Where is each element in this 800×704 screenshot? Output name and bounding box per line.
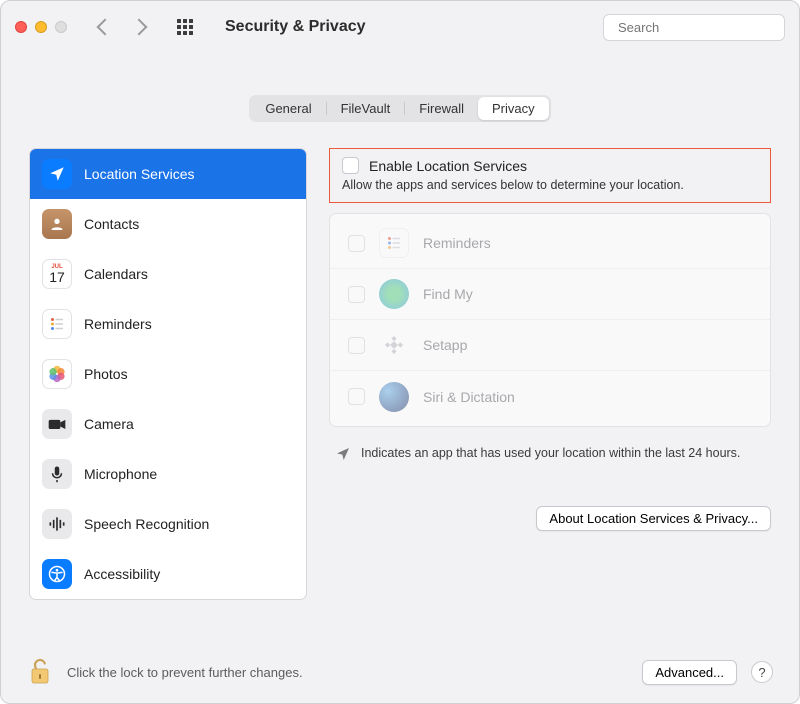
sidebar-item-camera[interactable]: Camera xyxy=(30,399,306,449)
app-row-reminders[interactable]: Reminders xyxy=(330,218,770,269)
back-button[interactable] xyxy=(97,19,114,36)
setapp-icon xyxy=(379,330,409,360)
sidebar-item-reminders[interactable]: Reminders xyxy=(30,299,306,349)
app-checkbox[interactable] xyxy=(348,388,365,405)
tabs: General FileVault Firewall Privacy xyxy=(1,95,799,122)
lock-icon[interactable] xyxy=(27,657,53,687)
sidebar-item-speech-recognition[interactable]: Speech Recognition xyxy=(30,499,306,549)
sidebar-item-label: Contacts xyxy=(84,216,139,232)
app-row-setapp[interactable]: Setapp xyxy=(330,320,770,371)
enable-location-row[interactable]: Enable Location Services xyxy=(342,157,758,174)
preferences-window: Security & Privacy General FileVault Fir… xyxy=(0,0,800,704)
forward-button[interactable] xyxy=(131,19,148,36)
location-icon xyxy=(42,159,72,189)
enable-location-subtext: Allow the apps and services below to det… xyxy=(342,178,758,192)
app-label: Reminders xyxy=(423,235,491,251)
reminders-icon xyxy=(379,228,409,258)
sidebar-item-photos[interactable]: Photos xyxy=(30,349,306,399)
sidebar-item-contacts[interactable]: Contacts xyxy=(30,199,306,249)
minimize-window[interactable] xyxy=(35,21,47,33)
calendar-icon: JUL 17 xyxy=(42,259,72,289)
sidebar-item-label: Location Services xyxy=(84,166,195,182)
reminders-icon xyxy=(42,309,72,339)
enable-location-highlight: Enable Location Services Allow the apps … xyxy=(329,148,771,203)
sidebar-item-label: Calendars xyxy=(84,266,148,282)
tab-privacy[interactable]: Privacy xyxy=(478,97,549,120)
about-location-button[interactable]: About Location Services & Privacy... xyxy=(536,506,771,531)
app-label: Siri & Dictation xyxy=(423,389,515,405)
sidebar-item-label: Photos xyxy=(84,366,128,382)
findmy-icon xyxy=(379,279,409,309)
advanced-button[interactable]: Advanced... xyxy=(642,660,737,685)
sidebar-item-accessibility[interactable]: Accessibility xyxy=(30,549,306,599)
close-window[interactable] xyxy=(15,21,27,33)
enable-location-label: Enable Location Services xyxy=(369,158,527,174)
app-list: Reminders Find My Setapp S xyxy=(329,213,771,427)
sidebar-item-calendars[interactable]: JUL 17 Calendars xyxy=(30,249,306,299)
sidebar-item-label: Speech Recognition xyxy=(84,516,209,532)
microphone-icon xyxy=(42,459,72,489)
app-checkbox[interactable] xyxy=(348,337,365,354)
location-usage-note: Indicates an app that has used your loca… xyxy=(335,445,765,462)
tab-general[interactable]: General xyxy=(251,97,325,120)
sidebar-item-label: Reminders xyxy=(84,316,152,332)
tab-filevault[interactable]: FileVault xyxy=(327,97,405,120)
main-panel: Enable Location Services Allow the apps … xyxy=(329,148,771,641)
footer: Click the lock to prevent further change… xyxy=(1,641,799,703)
sidebar-item-label: Accessibility xyxy=(84,566,160,582)
sidebar-item-label: Camera xyxy=(84,416,134,432)
window-controls xyxy=(15,21,67,33)
siri-icon xyxy=(379,382,409,412)
search-input[interactable] xyxy=(618,20,794,35)
titlebar: Security & Privacy xyxy=(1,1,799,53)
sidebar-item-microphone[interactable]: Microphone xyxy=(30,449,306,499)
sidebar-item-location-services[interactable]: Location Services xyxy=(30,149,306,199)
location-arrow-icon xyxy=(335,446,351,462)
enable-location-checkbox[interactable] xyxy=(342,157,359,174)
app-label: Find My xyxy=(423,286,473,302)
window-title: Security & Privacy xyxy=(225,18,366,36)
privacy-sidebar: Location Services Contacts JUL 17 Calend… xyxy=(29,148,307,600)
show-all-icon[interactable] xyxy=(177,19,193,35)
lock-text: Click the lock to prevent further change… xyxy=(67,665,303,680)
tab-firewall[interactable]: Firewall xyxy=(405,97,478,120)
sidebar-item-label: Microphone xyxy=(84,466,157,482)
contacts-icon xyxy=(42,209,72,239)
help-button[interactable]: ? xyxy=(751,661,773,683)
app-row-find-my[interactable]: Find My xyxy=(330,269,770,320)
app-checkbox[interactable] xyxy=(348,286,365,303)
accessibility-icon xyxy=(42,559,72,589)
app-row-siri[interactable]: Siri & Dictation xyxy=(330,371,770,422)
app-checkbox[interactable] xyxy=(348,235,365,252)
search-field[interactable] xyxy=(603,14,785,41)
zoom-window[interactable] xyxy=(55,21,67,33)
camera-icon xyxy=(42,409,72,439)
photos-icon xyxy=(42,359,72,389)
nav-buttons xyxy=(99,21,145,33)
app-label: Setapp xyxy=(423,337,467,353)
speech-icon xyxy=(42,509,72,539)
